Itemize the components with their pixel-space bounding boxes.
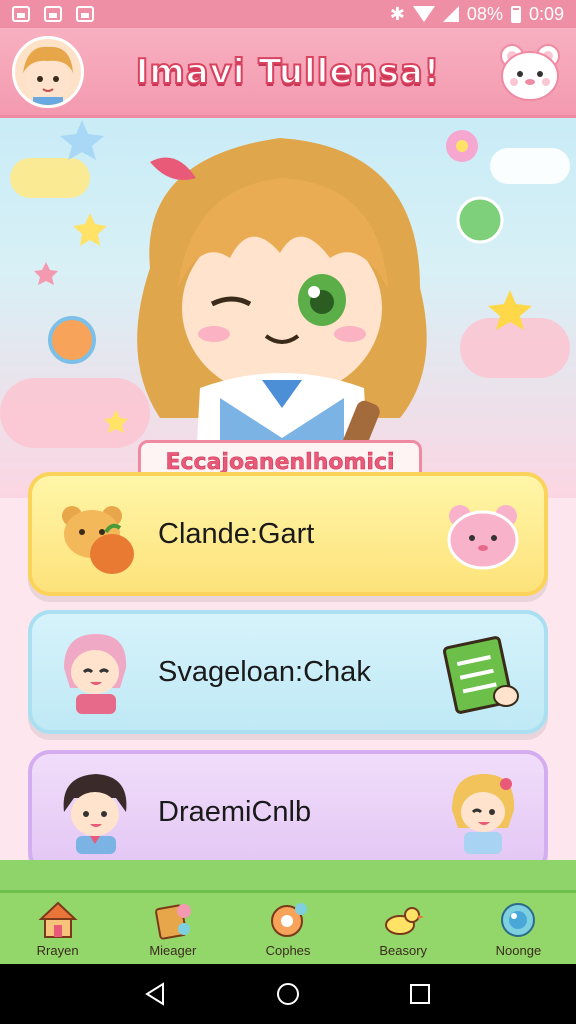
recents-button[interactable] (405, 979, 435, 1009)
dark-hair-boy-icon (50, 768, 140, 858)
wifi-icon (412, 6, 435, 22)
back-button[interactable] (141, 979, 171, 1009)
menu-card-3-label: DraemiCnlb (158, 795, 312, 828)
hero-banner-text: Eccajoanenlhomici (165, 449, 395, 475)
menu-card-3[interactable]: DraemiCnlb (28, 750, 548, 874)
clipboard-icon (154, 904, 191, 940)
nav-item-globe[interactable]: Noonge (461, 893, 576, 964)
bear-mascot-button[interactable] (496, 38, 564, 106)
nav-label: Beasory (379, 943, 428, 958)
home-button[interactable] (273, 979, 303, 1009)
battery-icon (510, 5, 521, 23)
back-triangle-icon (145, 982, 164, 1006)
recents-square-icon (410, 984, 430, 1004)
blonde-girl-icon (440, 770, 526, 856)
grass-ground (0, 860, 576, 894)
battery-percent: 08% (466, 3, 503, 24)
bear-peach-icon (50, 490, 140, 580)
system-navigation-bar (0, 964, 576, 1024)
nav-label: Rrayen (36, 943, 79, 958)
gallery-notification-icon (12, 6, 30, 22)
menu-card-1[interactable]: Clande:Gart (28, 472, 548, 596)
bottom-navigation: Rrayen Mieager Cophes Beasory Noonge (0, 890, 576, 964)
pink-bear-icon (440, 492, 526, 578)
menu-card-2-label: Svageloan:Chak (158, 655, 371, 688)
chat-bubble-icon (271, 903, 307, 937)
nav-item-story[interactable]: Beasory (346, 893, 461, 964)
image-notification-icon (76, 6, 94, 22)
app-title: Imavi Tullensa! (135, 51, 441, 93)
globe-icon (501, 903, 536, 937)
menu-card-2[interactable]: Svageloan:Chak (28, 610, 548, 734)
clock: 0:09 (528, 3, 564, 24)
nav-label: Cophes (265, 943, 311, 958)
nav-item-chat[interactable]: Cophes (230, 893, 345, 964)
pink-hair-girl-icon (50, 628, 140, 718)
photo-notification-icon (44, 6, 62, 22)
nav-item-manager[interactable]: Mieager (115, 893, 230, 964)
cell-signal-icon (442, 6, 459, 22)
nav-label: Mieager (149, 943, 197, 958)
home-circle-icon (277, 983, 299, 1005)
nav-item-home[interactable]: Rrayen (0, 893, 115, 964)
bird-icon (385, 907, 425, 935)
app-header: Imavi Tullensa! (0, 28, 576, 118)
menu-card-1-label: Clande:Gart (158, 517, 315, 550)
profile-avatar-button[interactable] (12, 36, 84, 108)
notebook-icon (440, 630, 526, 716)
status-bar: ✱ 08% 0:09 (0, 0, 576, 28)
house-icon (38, 901, 78, 938)
nav-label: Noonge (495, 943, 542, 958)
bluetooth-icon: ✱ (389, 3, 405, 24)
